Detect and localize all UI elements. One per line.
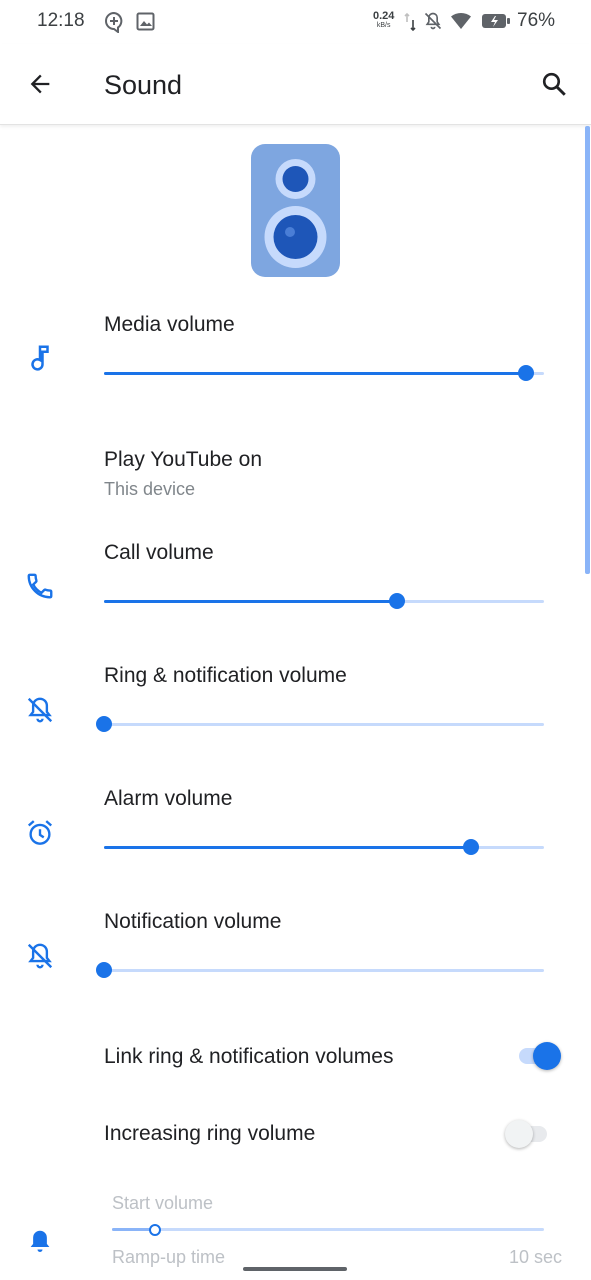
alarm-icon [27, 820, 53, 845]
media-volume-slider[interactable] [104, 365, 544, 381]
slider-thumb[interactable] [463, 839, 479, 855]
media-volume-label: Media volume [104, 313, 235, 336]
slider-thumb[interactable] [518, 365, 534, 381]
page-title: Sound [104, 70, 183, 100]
app-bar: Sound [0, 44, 591, 125]
link-ring-label: Link ring & notification volumes [104, 1045, 394, 1068]
increasing-ring-label: Increasing ring volume [104, 1122, 316, 1145]
battery-percent: 76% [517, 10, 556, 31]
phone-icon [27, 573, 53, 599]
ramp-up-label: Ramp-up time [112, 1247, 226, 1267]
battery-charging-icon [482, 14, 510, 28]
start-volume-label: Start volume [112, 1193, 214, 1213]
notification-volume-slider[interactable] [96, 962, 544, 978]
notification-volume-label: Notification volume [104, 910, 282, 933]
speaker-illustration [251, 144, 340, 277]
gesture-nav-handle[interactable] [243, 1267, 347, 1271]
status-bar: 12:18 0.24 kB/s 76% [0, 0, 591, 44]
ring-volume-label: Ring & notification volume [104, 664, 347, 687]
link-ring-toggle[interactable] [517, 1041, 563, 1070]
ramp-up-value: 10 sec [509, 1247, 563, 1267]
increasing-ring-toggle[interactable] [505, 1119, 551, 1148]
bell-off-icon [27, 943, 53, 969]
music-note-icon [31, 345, 49, 371]
scrollbar[interactable] [585, 126, 590, 574]
arrow-back-icon[interactable] [26, 70, 54, 98]
data-arrows-icon [404, 12, 416, 32]
wifi-icon [451, 12, 471, 29]
start-volume-slider[interactable] [112, 1224, 544, 1236]
slider-thumb[interactable] [96, 962, 112, 978]
net-speed: 0.24 kB/s [373, 10, 395, 30]
alarm-volume-slider[interactable] [104, 839, 544, 855]
bell-off-icon [27, 697, 53, 723]
play-on-value: This device [104, 479, 196, 499]
bell-off-status-icon [424, 12, 442, 30]
alarm-volume-label: Alarm volume [104, 787, 233, 810]
call-volume-slider[interactable] [104, 593, 544, 609]
slider-thumb[interactable] [389, 593, 405, 609]
bell-icon [30, 1230, 50, 1252]
chat-notification-icon [105, 11, 123, 33]
ring-volume-slider[interactable] [96, 716, 544, 732]
status-time: 12:18 [37, 10, 85, 31]
play-on-label: Play YouTube on [104, 448, 263, 471]
slider-thumb[interactable] [96, 716, 112, 732]
call-volume-label: Call volume [104, 541, 214, 564]
slider-thumb[interactable] [149, 1224, 161, 1236]
search-icon[interactable] [540, 70, 569, 99]
image-notification-icon [136, 12, 155, 31]
